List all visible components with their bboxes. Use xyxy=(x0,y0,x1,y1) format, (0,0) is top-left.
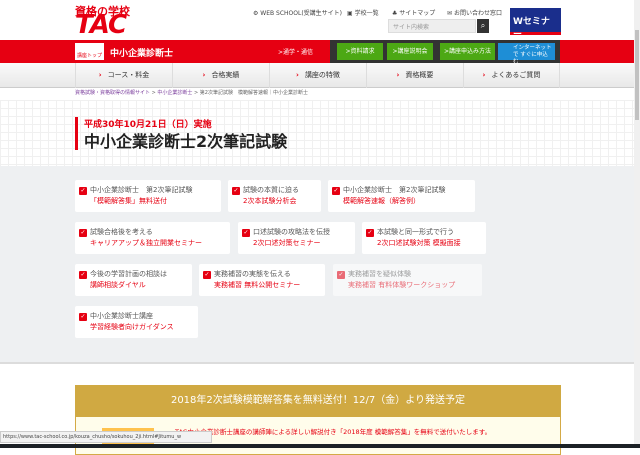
card-career[interactable]: ✓ 試験合格後を考えるキャリアアップ＆独立開業セミナー xyxy=(75,222,230,254)
card-consult[interactable]: ✓ 今後の学習計画の相談は 講師相談ダイヤル xyxy=(75,264,192,296)
nav-faq[interactable]: › よくあるご質問 xyxy=(463,63,560,88)
card-sub: 2次本試験分析会 xyxy=(243,197,297,205)
card-practice-workshop[interactable]: ✓ 実務補習を疑似体験実務補習 有料体験ワークショップ xyxy=(333,264,482,296)
taskbar xyxy=(0,444,640,448)
course-top-button[interactable]: 講座トップ xyxy=(75,43,104,60)
card-oral-seminar[interactable]: ✓ 口述試験の攻略法を伝授 2次口述対策セミナー xyxy=(238,222,355,254)
web-school-link[interactable]: ⚙ WEB SCHOOL(受講生サイト) xyxy=(253,8,342,17)
breadcrumb-current: 第2次筆記試験 模範解答速報｜中小企業診断士 xyxy=(199,90,308,96)
check-icon: ✓ xyxy=(79,187,87,195)
nav-label: コース・料金 xyxy=(107,71,150,79)
check-icon: ✓ xyxy=(232,187,240,195)
check-icon: ✓ xyxy=(366,229,374,237)
info-session-button[interactable]: >講座説明会 xyxy=(387,43,433,60)
card-title: 中小企業診断士 第2次筆記試験 xyxy=(343,186,446,194)
nav-results[interactable]: › 合格実績 xyxy=(172,63,269,88)
breadcrumb: 資格試験・資格取得の情報サイト > 中小企業診断士 > 第2次筆記試験 模範解答… xyxy=(75,90,308,96)
nav-label: 合格実績 xyxy=(211,71,240,79)
request-materials-button[interactable]: >資料請求 xyxy=(337,43,383,60)
w-seminar-logo[interactable]: Wセミナー xyxy=(510,8,561,40)
contact-label: お問い合わせ窓口 xyxy=(453,10,502,17)
nav-label: よくあるご質問 xyxy=(491,71,541,79)
card-analysis[interactable]: ✓ 試験の本質に迫る 2次本試験分析会 xyxy=(228,180,321,212)
card-mock-interview[interactable]: ✓ 本試験と同一形式で行う 2次口述試験対策 模擬面接 xyxy=(362,222,486,254)
check-icon: ✓ xyxy=(203,271,211,279)
scrollbar-thumb[interactable] xyxy=(635,30,639,120)
card-sub: 講師相談ダイヤル xyxy=(90,281,146,289)
banner-heading: 2018年2次試験模範解答集を無料送付！12/7（金）より発送予定 xyxy=(75,385,561,417)
card-title: 試験合格後を考える xyxy=(90,228,153,236)
card-title: 今後の学習計画の相談は xyxy=(90,270,167,278)
check-icon: ✓ xyxy=(79,313,87,321)
card-practice-free[interactable]: ✓ 実務補習の実態を伝える実務補習 無料公開セミナー xyxy=(199,264,325,296)
tac-logo[interactable]: TAC xyxy=(75,12,127,38)
card-sub: 「模範解答集」無料送付 xyxy=(90,197,167,205)
title-accent xyxy=(75,117,78,150)
check-icon: ✓ xyxy=(79,229,87,237)
nav-label: 講座の特徴 xyxy=(304,71,340,79)
search-icon[interactable]: ⌕ xyxy=(477,19,489,33)
card-sub: 模範解答速報（解答例） xyxy=(343,197,420,205)
school-list-label: 学校一覧 xyxy=(354,10,379,17)
banner-description: TAC中小企業診断士講座の講師陣による詳しい解説付き「2018年度 模範解答集」… xyxy=(175,428,492,436)
check-icon: ✓ xyxy=(337,271,345,279)
site-search-input[interactable]: サイト内検索 xyxy=(388,19,476,33)
check-icon: ✓ xyxy=(242,229,250,237)
card-title: 本試験と同一形式で行う xyxy=(377,228,454,236)
check-icon: ✓ xyxy=(79,271,87,279)
card-sub: 実務補習 無料公開セミナー xyxy=(214,281,301,289)
tsugaku-link[interactable]: >通学・通信 xyxy=(278,47,313,56)
web-school-label: WEB SCHOOL(受講生サイト) xyxy=(260,10,343,17)
card-sub: 学習経験者向けガイダンス xyxy=(90,323,174,331)
contact-link[interactable]: ✉ お問い合わせ窓口 xyxy=(447,8,502,17)
page-title: 中小企業診断士2次筆記試験 xyxy=(84,132,288,151)
card-title: 試験の本質に迫る xyxy=(243,186,299,194)
card-sub: 実務補習 有料体験ワークショップ xyxy=(348,281,456,289)
card-title: 中小企業診断士 第2次筆記試験 xyxy=(90,186,193,194)
card-title: 実務補習の実態を伝える xyxy=(214,270,291,278)
card-answer-flash[interactable]: ✓ 中小企業診断士 第2次筆記試験 模範解答速報（解答例） xyxy=(328,180,475,212)
card-title: 実務補習を疑似体験 xyxy=(348,270,411,278)
card-model-answers[interactable]: ✓ 中小企業診断士 第2次筆記試験 「模範解答集」無料送付 xyxy=(75,180,221,212)
course-name: 中小企業診断士 xyxy=(110,49,174,59)
card-sub: キャリアアップ＆独立開業セミナー xyxy=(90,239,202,247)
card-sub: 2次口述対策セミナー xyxy=(253,239,321,247)
sitemap-link[interactable]: ♣ サイトマップ xyxy=(392,8,435,17)
card-guidance[interactable]: ✓ 中小企業診断士講座学習経験者向けガイダンス xyxy=(75,306,198,338)
nav-features[interactable]: › 講座の特徴 xyxy=(269,63,366,88)
breadcrumb-link-course[interactable]: 中小企業診断士 xyxy=(157,90,192,96)
school-list-link[interactable]: ▣ 学校一覧 xyxy=(347,8,379,17)
nav-overview[interactable]: › 資格概要 xyxy=(366,63,463,88)
card-title: 口述試験の攻略法を伝授 xyxy=(253,228,330,236)
nav-course-fees[interactable]: › コース・料金 xyxy=(75,63,172,88)
card-title: 中小企業診断士講座 xyxy=(90,312,153,320)
status-bar-url: https://www.tac-school.co.jp/kouza_chush… xyxy=(0,431,212,443)
card-sub: 2次口述試験対策 模擬面接 xyxy=(377,239,461,247)
how-to-apply-button[interactable]: >講座申込み方法 xyxy=(440,43,495,60)
nav-label: 資格概要 xyxy=(405,71,434,79)
breadcrumb-link-home[interactable]: 資格試験・資格取得の情報サイト xyxy=(75,90,150,96)
check-icon: ✓ xyxy=(332,187,340,195)
apply-online-button[interactable]: インターネットで すぐに申込む xyxy=(498,43,555,65)
sitemap-label: サイトマップ xyxy=(399,10,436,17)
